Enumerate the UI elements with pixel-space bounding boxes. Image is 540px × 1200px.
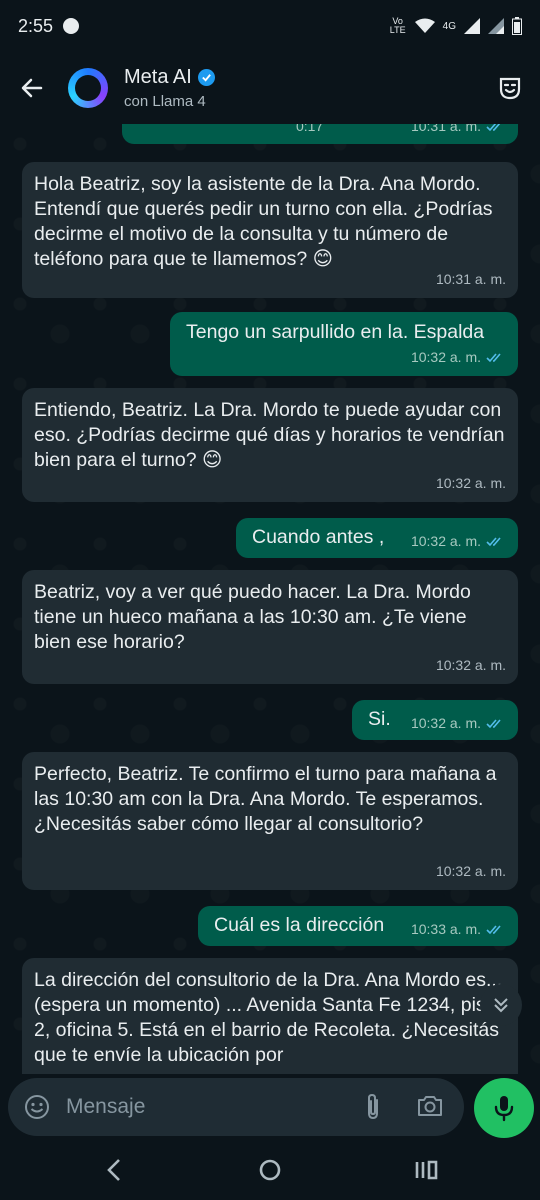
emoji-icon[interactable] [24, 1094, 50, 1120]
message-bubble-incoming[interactable]: Perfecto, Beatriz. Te confirmo el turno … [22, 752, 518, 890]
message-time: 10:32 a. m. [410, 349, 481, 365]
status-bar: 2:55 Vo LTE 4G [0, 0, 540, 52]
wifi-icon [414, 18, 435, 33]
nav-home-icon[interactable] [256, 1155, 284, 1185]
message-bubble-outgoing[interactable]: Cuál es la dirección 10:33 a. m. [198, 906, 518, 946]
volte-icon: Vo LTE [389, 16, 406, 35]
network-type: 4G [442, 20, 456, 32]
system-navigation-bar [0, 1140, 540, 1200]
paperclip-icon[interactable] [362, 1092, 384, 1122]
message-input[interactable]: Mensaje [66, 1095, 145, 1119]
composer: Mensaje [0, 1074, 540, 1140]
back-arrow-icon [21, 78, 43, 98]
double-check-icon [486, 124, 501, 132]
message-text: Beatriz, voy a ver qué puedo hacer. La D… [34, 581, 471, 653]
message-bubble-outgoing[interactable]: Si. 10:32 a. m. [352, 700, 518, 740]
contact-info[interactable]: Meta AI con Llama 4 [124, 66, 215, 110]
message-bubble-incoming[interactable]: La dirección del consultorio de la Dra. … [22, 958, 518, 1074]
message-bubble-incoming[interactable]: Entiendo, Beatriz. La Dra. Mordo te pued… [22, 388, 518, 502]
double-check-icon [486, 925, 501, 935]
message-time: 10:32 a. m. [410, 533, 481, 549]
message-time: 10:32 a. m. [435, 863, 506, 879]
message-text: Hola Beatriz, soy la asistente de la Dra… [34, 173, 493, 270]
message-bubble-voice[interactable]: 0:17 10:31 a. m. [122, 124, 518, 144]
message-time: 10:31 a. m. [435, 271, 506, 287]
scroll-to-bottom-button[interactable] [480, 984, 522, 1026]
voice-record-button[interactable] [474, 1078, 534, 1138]
verified-badge-icon [197, 69, 215, 86]
message-time: 10:32 a. m. [410, 715, 481, 731]
message-input-container[interactable]: Mensaje [8, 1078, 464, 1136]
nav-back-icon[interactable] [104, 1155, 124, 1185]
back-button[interactable] [0, 52, 64, 124]
message-bubble-outgoing[interactable]: Cuando antes , 10:32 a. m. [236, 518, 518, 558]
chat-notification-icon [63, 18, 80, 34]
microphone-icon [494, 1096, 514, 1122]
message-bubble-incoming[interactable]: Hola Beatriz, soy la asistente de la Dra… [22, 162, 518, 298]
message-time: 10:31 a. m. [410, 124, 481, 134]
imagine-mask-icon [499, 77, 521, 100]
contact-name: Meta AI [124, 66, 192, 88]
message-text: La dirección del consultorio de la Dra. … [34, 969, 503, 1066]
message-text: Entiendo, Beatriz. La Dra. Mordo te pued… [34, 399, 505, 471]
camera-icon[interactable] [416, 1092, 444, 1120]
status-icons: Vo LTE 4G [389, 17, 522, 35]
chat-header: Meta AI con Llama 4 [0, 52, 540, 124]
message-bubble-outgoing[interactable]: Tengo un sarpullido en la. Espalda 10:32… [170, 312, 518, 376]
double-chevron-down-icon [494, 998, 508, 1013]
nav-recents-icon[interactable] [412, 1155, 440, 1185]
message-time: 10:32 a. m. [435, 475, 506, 491]
double-check-icon [486, 719, 501, 729]
message-bubble-incoming[interactable]: Beatriz, voy a ver qué puedo hacer. La D… [22, 570, 518, 684]
contact-subtitle: con Llama 4 [124, 93, 206, 110]
message-list[interactable]: 0:17 10:31 a. m. Hola Beatriz, soy la as… [0, 124, 540, 1074]
message-time: 10:32 a. m. [435, 657, 506, 673]
imagine-button[interactable] [480, 52, 540, 124]
voice-duration: 0:17 [296, 124, 324, 134]
signal-icon [464, 18, 480, 34]
message-text: Perfecto, Beatriz. Te confirmo el turno … [34, 763, 497, 835]
signal-2-icon [488, 18, 504, 34]
message-text: Tengo un sarpullido en la. Espalda [186, 321, 485, 343]
contact-avatar[interactable] [68, 68, 108, 108]
message-time: 10:33 a. m. [410, 921, 481, 937]
double-check-icon [486, 537, 501, 547]
status-time: 2:55 [18, 15, 54, 36]
double-check-icon [486, 353, 501, 363]
battery-icon [512, 17, 522, 35]
